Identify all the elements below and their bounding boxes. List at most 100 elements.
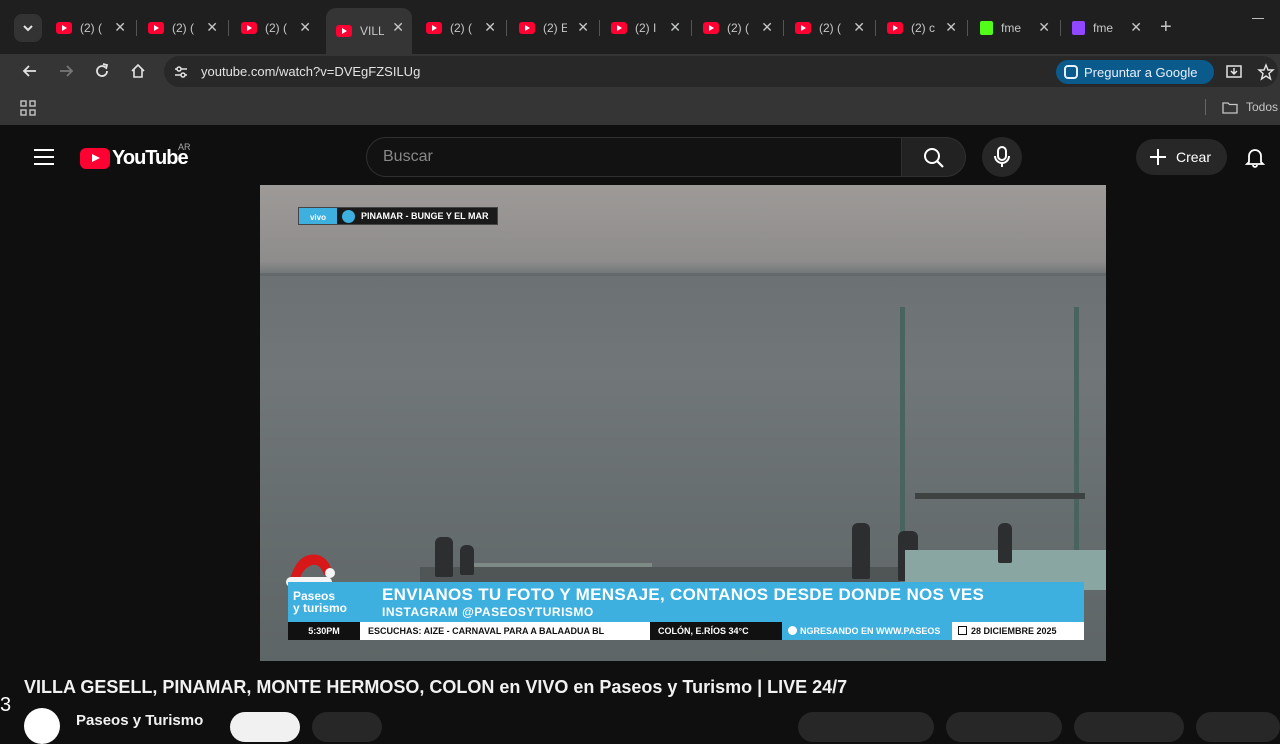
site-info-icon[interactable] — [172, 63, 190, 81]
browser-tab[interactable]: (2) I ✕ — [601, 14, 689, 42]
cut-off-glyph: 3 — [0, 694, 12, 716]
video-title: VILLA GESELL, PINAMAR, MONTE HERMOSO, CO… — [24, 677, 848, 697]
browser-tab[interactable]: (2) ( ✕ — [46, 14, 134, 42]
globe-icon — [342, 210, 355, 223]
tab-title: (2) ( — [819, 21, 841, 35]
apps-grid-icon[interactable] — [20, 100, 36, 116]
close-icon[interactable]: ✕ — [1130, 19, 1142, 36]
browser-tab[interactable]: (2) ( ✕ — [231, 14, 319, 42]
channel-name[interactable]: Paseos y Turismo — [76, 712, 203, 729]
channel-avatar[interactable] — [24, 708, 60, 744]
location-label: PINAMAR - BUNGE Y EL MAR — [361, 211, 489, 221]
search-icon — [924, 148, 944, 168]
tab-divider — [691, 20, 692, 36]
video-player[interactable]: vivo PINAMAR - BUNGE Y EL MAR Paseos y t… — [260, 185, 1106, 661]
close-icon[interactable]: ✕ — [577, 19, 589, 36]
website-text: NGRESANDO EN WWW.PASEOS — [800, 626, 941, 636]
save-button[interactable] — [1074, 712, 1184, 742]
close-icon[interactable]: ✕ — [853, 19, 865, 36]
more-actions-button[interactable] — [1196, 712, 1280, 742]
tab-title: VILL — [360, 24, 384, 38]
voice-search-button[interactable] — [982, 137, 1022, 177]
home-icon[interactable] — [129, 62, 147, 80]
back-arrow-icon[interactable] — [21, 62, 39, 80]
lower-third-subline: INSTAGRAM @PASEOSYTURISMO — [382, 605, 594, 619]
youtube-logo[interactable]: YouTube AR — [80, 142, 191, 170]
search-button[interactable] — [902, 137, 966, 177]
share-button[interactable] — [946, 712, 1062, 742]
minimize-button[interactable] — [1252, 18, 1264, 19]
address-bar[interactable]: youtube.com/watch?v=DVEgFZSILUg Pregunta… — [164, 56, 1278, 87]
create-button[interactable]: Crear — [1136, 139, 1227, 175]
broadcast-date: 28 DICIEMBRE 2025 — [952, 622, 1084, 640]
close-icon[interactable]: ✕ — [114, 19, 126, 36]
youtube-wordmark: YouTube — [112, 147, 189, 169]
close-icon[interactable]: ✕ — [669, 19, 681, 36]
close-icon[interactable]: ✕ — [392, 19, 404, 36]
overlay-logo-line: y turismo — [293, 601, 348, 615]
browser-tab[interactable]: (2) ( ✕ — [785, 14, 873, 42]
tab-title: (2) ( — [450, 21, 472, 35]
browser-tab-active[interactable]: VILL ✕ — [326, 8, 412, 54]
ask-google-button[interactable]: Preguntar a Google — [1056, 60, 1214, 84]
browser-tab[interactable]: (2) c ✕ — [877, 14, 965, 42]
close-icon[interactable]: ✕ — [484, 19, 496, 36]
tab-divider — [228, 20, 229, 36]
bookmark-star-icon[interactable] — [1257, 63, 1275, 81]
broadcast-time: 5:30PM — [288, 622, 360, 640]
youtube-icon — [519, 22, 535, 34]
browser-tab[interactable]: (2) ( ✕ — [693, 14, 781, 42]
tab-title: (2) c — [911, 21, 935, 35]
join-button[interactable] — [312, 712, 382, 742]
browser-tab[interactable]: (2) E ✕ — [509, 14, 597, 42]
music-ticker: ESCUCHAS: AIZE - CARNAVAL PARA A BALAADU… — [360, 622, 650, 640]
lower-third-headline: ENVIANOS TU FOTO Y MENSAJE, CONTANOS DES… — [382, 585, 985, 604]
youtube-icon — [611, 22, 627, 34]
person-silhouette — [435, 537, 453, 577]
browser-tab[interactable]: (2) ( ✕ — [138, 14, 226, 42]
pier-pole — [900, 307, 905, 557]
url-text[interactable]: youtube.com/watch?v=DVEgFZSILUg — [201, 64, 420, 79]
tab-divider — [783, 20, 784, 36]
youtube-icon — [703, 22, 719, 34]
bookmarks-divider — [1205, 99, 1206, 115]
install-app-icon[interactable] — [1225, 63, 1243, 81]
youtube-play-icon — [80, 148, 110, 169]
like-dislike-button[interactable] — [798, 712, 934, 742]
close-icon[interactable]: ✕ — [761, 19, 773, 36]
broadcast-lower-third: Paseos y turismo ENVIANOS TU FOTO Y MENS… — [288, 582, 1084, 642]
subscribe-button[interactable] — [230, 712, 300, 742]
browser-tab[interactable]: (2) ( ✕ — [416, 14, 504, 42]
youtube-icon — [336, 25, 352, 37]
tab-search-button[interactable] — [14, 14, 42, 42]
tab-divider — [967, 20, 968, 36]
forward-arrow-icon[interactable] — [57, 62, 75, 80]
reload-icon[interactable] — [93, 62, 111, 80]
person-silhouette — [852, 523, 870, 579]
chevron-down-icon — [23, 25, 33, 32]
close-icon[interactable]: ✕ — [1038, 19, 1050, 36]
close-icon[interactable]: ✕ — [206, 19, 218, 36]
kick-icon — [980, 21, 993, 35]
date-text: 28 DICIEMBRE 2025 — [971, 626, 1057, 636]
search-input[interactable] — [383, 148, 883, 166]
ask-google-label: Preguntar a Google — [1084, 64, 1198, 80]
pier-walkway — [420, 567, 900, 583]
new-tab-button[interactable]: + — [1160, 17, 1172, 37]
country-code: AR — [178, 142, 191, 152]
tab-title: (2) ( — [727, 21, 749, 35]
youtube-icon — [241, 22, 257, 34]
browser-tab-strip: (2) ( ✕ (2) ( ✕ (2) ( ✕ VILL ✕ (2) ( ✕ (… — [0, 0, 1280, 54]
youtube-icon — [887, 22, 903, 34]
browser-tab[interactable]: fme ✕ — [970, 14, 1058, 42]
browser-tab[interactable]: fme ✕ — [1062, 14, 1150, 42]
close-icon[interactable]: ✕ — [299, 19, 311, 36]
pier-pole — [1074, 307, 1079, 557]
youtube-icon — [426, 22, 442, 34]
close-icon[interactable]: ✕ — [945, 19, 957, 36]
notifications-bell-icon[interactable] — [1244, 146, 1266, 168]
menu-icon[interactable] — [34, 149, 54, 165]
youtube-masthead: YouTube AR Crear — [8, 129, 1280, 185]
bookmark-folder-all[interactable]: Todos — [1222, 100, 1278, 114]
tab-divider — [136, 20, 137, 36]
